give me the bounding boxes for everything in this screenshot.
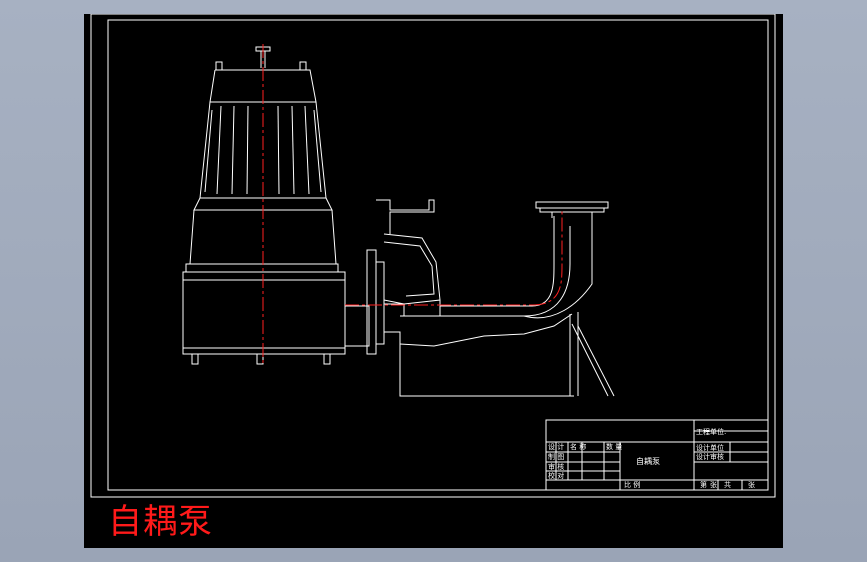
motor (182, 46, 346, 365)
title-block-total: 张 (710, 481, 717, 489)
title-block-of: 共 (724, 481, 731, 489)
title-block-col: 数 量 (606, 443, 623, 451)
pump-drawing (90, 14, 776, 498)
outer-frame (90, 14, 776, 498)
centerlines (262, 44, 563, 366)
title-block-col: 名 称 (570, 443, 587, 451)
title-block-row: 设 计 (548, 443, 565, 451)
title-block-sheets: 张 (748, 481, 755, 489)
title-block (545, 419, 769, 491)
title-block-design: 设计单位 (696, 444, 724, 452)
title-block-part-name: 自耦泵 (636, 457, 660, 466)
title-block-proof: 设计审核 (696, 453, 724, 461)
title-block-scale: 比 例 (624, 481, 641, 489)
drawing-caption: 自耦泵 (108, 502, 213, 542)
title-block-unit: 工程单位: (696, 428, 727, 436)
title-block-row: 校 对 (548, 472, 565, 480)
title-block-row: 制 图 (548, 453, 565, 461)
title-block-sheet: 第 (700, 481, 707, 489)
title-block-row: 审 核 (548, 463, 565, 471)
coupling (344, 199, 615, 397)
cad-viewport[interactable]: 工程单位: 设计单位 设计审核 自耦泵 比 例 第 张 共 张 设 计 制 图 … (84, 14, 783, 548)
